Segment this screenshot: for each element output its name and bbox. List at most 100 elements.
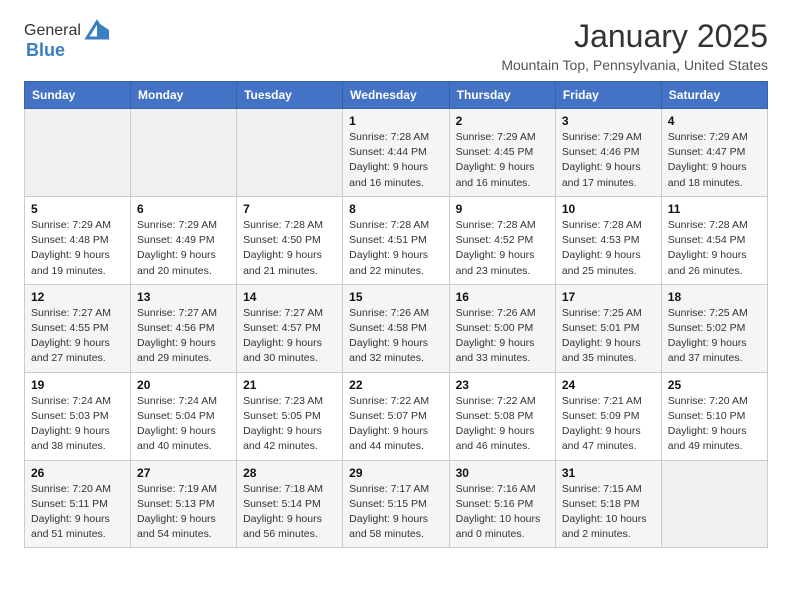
day-number: 9 (456, 202, 549, 216)
header: General Blue January 2025 Mountain Top, … (24, 18, 768, 73)
table-row: 4Sunrise: 7:29 AMSunset: 4:47 PMDaylight… (661, 109, 767, 197)
table-row: 26Sunrise: 7:20 AMSunset: 5:11 PMDayligh… (25, 460, 131, 548)
table-row: 11 Sunrise: 7:28 AMSunset: 4:54 PMDayligh… (661, 196, 767, 284)
table-row: 18Sunrise: 7:25 AMSunset: 5:02 PMDayligh… (661, 284, 767, 372)
day-number: 27 (137, 466, 230, 480)
day-info: Sunrise: 7:22 AMSunset: 5:08 PMDaylight:… (456, 394, 549, 455)
calendar-week-row: 1 Sunrise: 7:28 AMSunset: 4:44 PMDaylight… (25, 109, 768, 197)
table-row: 29 Sunrise: 7:17 AMSunset: 5:15 PMDayligh… (343, 460, 449, 548)
calendar-week-row: 12Sunrise: 7:27 AMSunset: 4:55 PMDayligh… (25, 284, 768, 372)
logo-icon (83, 16, 111, 44)
calendar-week-row: 26Sunrise: 7:20 AMSunset: 5:11 PMDayligh… (25, 460, 768, 548)
table-row: 10 Sunrise: 7:28 AMSunset: 4:53 PMDayligh… (555, 196, 661, 284)
calendar-week-row: 5 Sunrise: 7:29 AMSunset: 4:48 PMDaylight… (25, 196, 768, 284)
day-number: 11 (668, 202, 761, 216)
day-number: 22 (349, 378, 442, 392)
day-number: 31 (562, 466, 655, 480)
table-row: 6 Sunrise: 7:29 AMSunset: 4:49 PMDaylight… (131, 196, 237, 284)
day-info: Sunrise: 7:28 AMSunset: 4:44 PMDaylight:… (349, 130, 442, 191)
day-info: Sunrise: 7:29 AMSunset: 4:48 PMDaylight:… (31, 218, 124, 279)
table-row (25, 109, 131, 197)
day-number: 17 (562, 290, 655, 304)
table-row: 25Sunrise: 7:20 AMSunset: 5:10 PMDayligh… (661, 372, 767, 460)
day-info: Sunrise: 7:17 AMSunset: 5:15 PMDaylight:… (349, 482, 442, 543)
table-row: 30 Sunrise: 7:16 AMSunset: 5:16 PMDayligh… (449, 460, 555, 548)
day-number: 2 (456, 114, 549, 128)
table-row: 22 Sunrise: 7:22 AMSunset: 5:07 PMDayligh… (343, 372, 449, 460)
location: Mountain Top, Pennsylvania, United State… (501, 57, 768, 73)
day-info: Sunrise: 7:26 AMSunset: 5:00 PMDaylight:… (456, 306, 549, 367)
table-row: 13Sunrise: 7:27 AMSunset: 4:56 PMDayligh… (131, 284, 237, 372)
day-number: 30 (456, 466, 549, 480)
table-row: 7 Sunrise: 7:28 AMSunset: 4:50 PMDaylight… (237, 196, 343, 284)
table-row: 15 Sunrise: 7:26 AMSunset: 4:58 PMDayligh… (343, 284, 449, 372)
table-row: 14Sunrise: 7:27 AMSunset: 4:57 PMDayligh… (237, 284, 343, 372)
day-info: Sunrise: 7:29 AMSunset: 4:49 PMDaylight:… (137, 218, 230, 279)
table-row: 23 Sunrise: 7:22 AMSunset: 5:08 PMDayligh… (449, 372, 555, 460)
table-row (131, 109, 237, 197)
table-row: 1 Sunrise: 7:28 AMSunset: 4:44 PMDaylight… (343, 109, 449, 197)
day-info: Sunrise: 7:29 AMSunset: 4:46 PMDaylight:… (562, 130, 655, 191)
table-row: 8 Sunrise: 7:28 AMSunset: 4:51 PMDaylight… (343, 196, 449, 284)
header-friday: Friday (555, 82, 661, 109)
page: General Blue January 2025 Mountain Top, … (0, 0, 792, 566)
day-number: 10 (562, 202, 655, 216)
day-number: 28 (243, 466, 336, 480)
header-sunday: Sunday (25, 82, 131, 109)
day-info: Sunrise: 7:15 AMSunset: 5:18 PMDaylight:… (562, 482, 655, 543)
day-number: 4 (668, 114, 761, 128)
day-number: 29 (349, 466, 442, 480)
table-row: 12Sunrise: 7:27 AMSunset: 4:55 PMDayligh… (25, 284, 131, 372)
day-number: 26 (31, 466, 124, 480)
logo-blue-text: Blue (26, 40, 65, 61)
day-number: 1 (349, 114, 442, 128)
table-row (237, 109, 343, 197)
calendar: Sunday Monday Tuesday Wednesday Thursday… (24, 81, 768, 548)
logo: General Blue (24, 18, 111, 61)
day-info: Sunrise: 7:28 AMSunset: 4:50 PMDaylight:… (243, 218, 336, 279)
day-number: 5 (31, 202, 124, 216)
day-number: 15 (349, 290, 442, 304)
day-info: Sunrise: 7:28 AMSunset: 4:52 PMDaylight:… (456, 218, 549, 279)
table-row (661, 460, 767, 548)
table-row: 27 Sunrise: 7:19 AMSunset: 5:13 PMDayligh… (131, 460, 237, 548)
month-title: January 2025 (501, 18, 768, 55)
header-tuesday: Tuesday (237, 82, 343, 109)
day-number: 3 (562, 114, 655, 128)
header-thursday: Thursday (449, 82, 555, 109)
day-info: Sunrise: 7:16 AMSunset: 5:16 PMDaylight:… (456, 482, 549, 543)
day-number: 7 (243, 202, 336, 216)
header-monday: Monday (131, 82, 237, 109)
day-number: 20 (137, 378, 230, 392)
day-info: Sunrise: 7:20 AMSunset: 5:10 PMDaylight:… (668, 394, 761, 455)
day-info: Sunrise: 7:19 AMSunset: 5:13 PMDaylight:… (137, 482, 230, 543)
table-row: 24Sunrise: 7:21 AMSunset: 5:09 PMDayligh… (555, 372, 661, 460)
day-number: 18 (668, 290, 761, 304)
logo-general-text: General (24, 22, 81, 40)
day-info: Sunrise: 7:27 AMSunset: 4:56 PMDaylight:… (137, 306, 230, 367)
day-info: Sunrise: 7:22 AMSunset: 5:07 PMDaylight:… (349, 394, 442, 455)
table-row: 5 Sunrise: 7:29 AMSunset: 4:48 PMDaylight… (25, 196, 131, 284)
header-wednesday: Wednesday (343, 82, 449, 109)
day-info: Sunrise: 7:28 AMSunset: 4:53 PMDaylight:… (562, 218, 655, 279)
day-info: Sunrise: 7:26 AMSunset: 4:58 PMDaylight:… (349, 306, 442, 367)
day-info: Sunrise: 7:28 AMSunset: 4:51 PMDaylight:… (349, 218, 442, 279)
table-row: 20Sunrise: 7:24 AMSunset: 5:04 PMDayligh… (131, 372, 237, 460)
day-info: Sunrise: 7:24 AMSunset: 5:03 PMDaylight:… (31, 394, 124, 455)
day-info: Sunrise: 7:18 AMSunset: 5:14 PMDaylight:… (243, 482, 336, 543)
table-row: 3 Sunrise: 7:29 AMSunset: 4:46 PMDaylight… (555, 109, 661, 197)
table-row: 17Sunrise: 7:25 AMSunset: 5:01 PMDayligh… (555, 284, 661, 372)
calendar-week-row: 19Sunrise: 7:24 AMSunset: 5:03 PMDayligh… (25, 372, 768, 460)
table-row: 19Sunrise: 7:24 AMSunset: 5:03 PMDayligh… (25, 372, 131, 460)
table-row: 9 Sunrise: 7:28 AMSunset: 4:52 PMDaylight… (449, 196, 555, 284)
day-info: Sunrise: 7:28 AMSunset: 4:54 PMDaylight:… (668, 218, 761, 279)
header-saturday: Saturday (661, 82, 767, 109)
day-number: 14 (243, 290, 336, 304)
table-row: 2Sunrise: 7:29 AMSunset: 4:45 PMDaylight… (449, 109, 555, 197)
day-number: 8 (349, 202, 442, 216)
day-info: Sunrise: 7:21 AMSunset: 5:09 PMDaylight:… (562, 394, 655, 455)
day-info: Sunrise: 7:23 AMSunset: 5:05 PMDaylight:… (243, 394, 336, 455)
day-number: 23 (456, 378, 549, 392)
day-number: 12 (31, 290, 124, 304)
day-number: 6 (137, 202, 230, 216)
